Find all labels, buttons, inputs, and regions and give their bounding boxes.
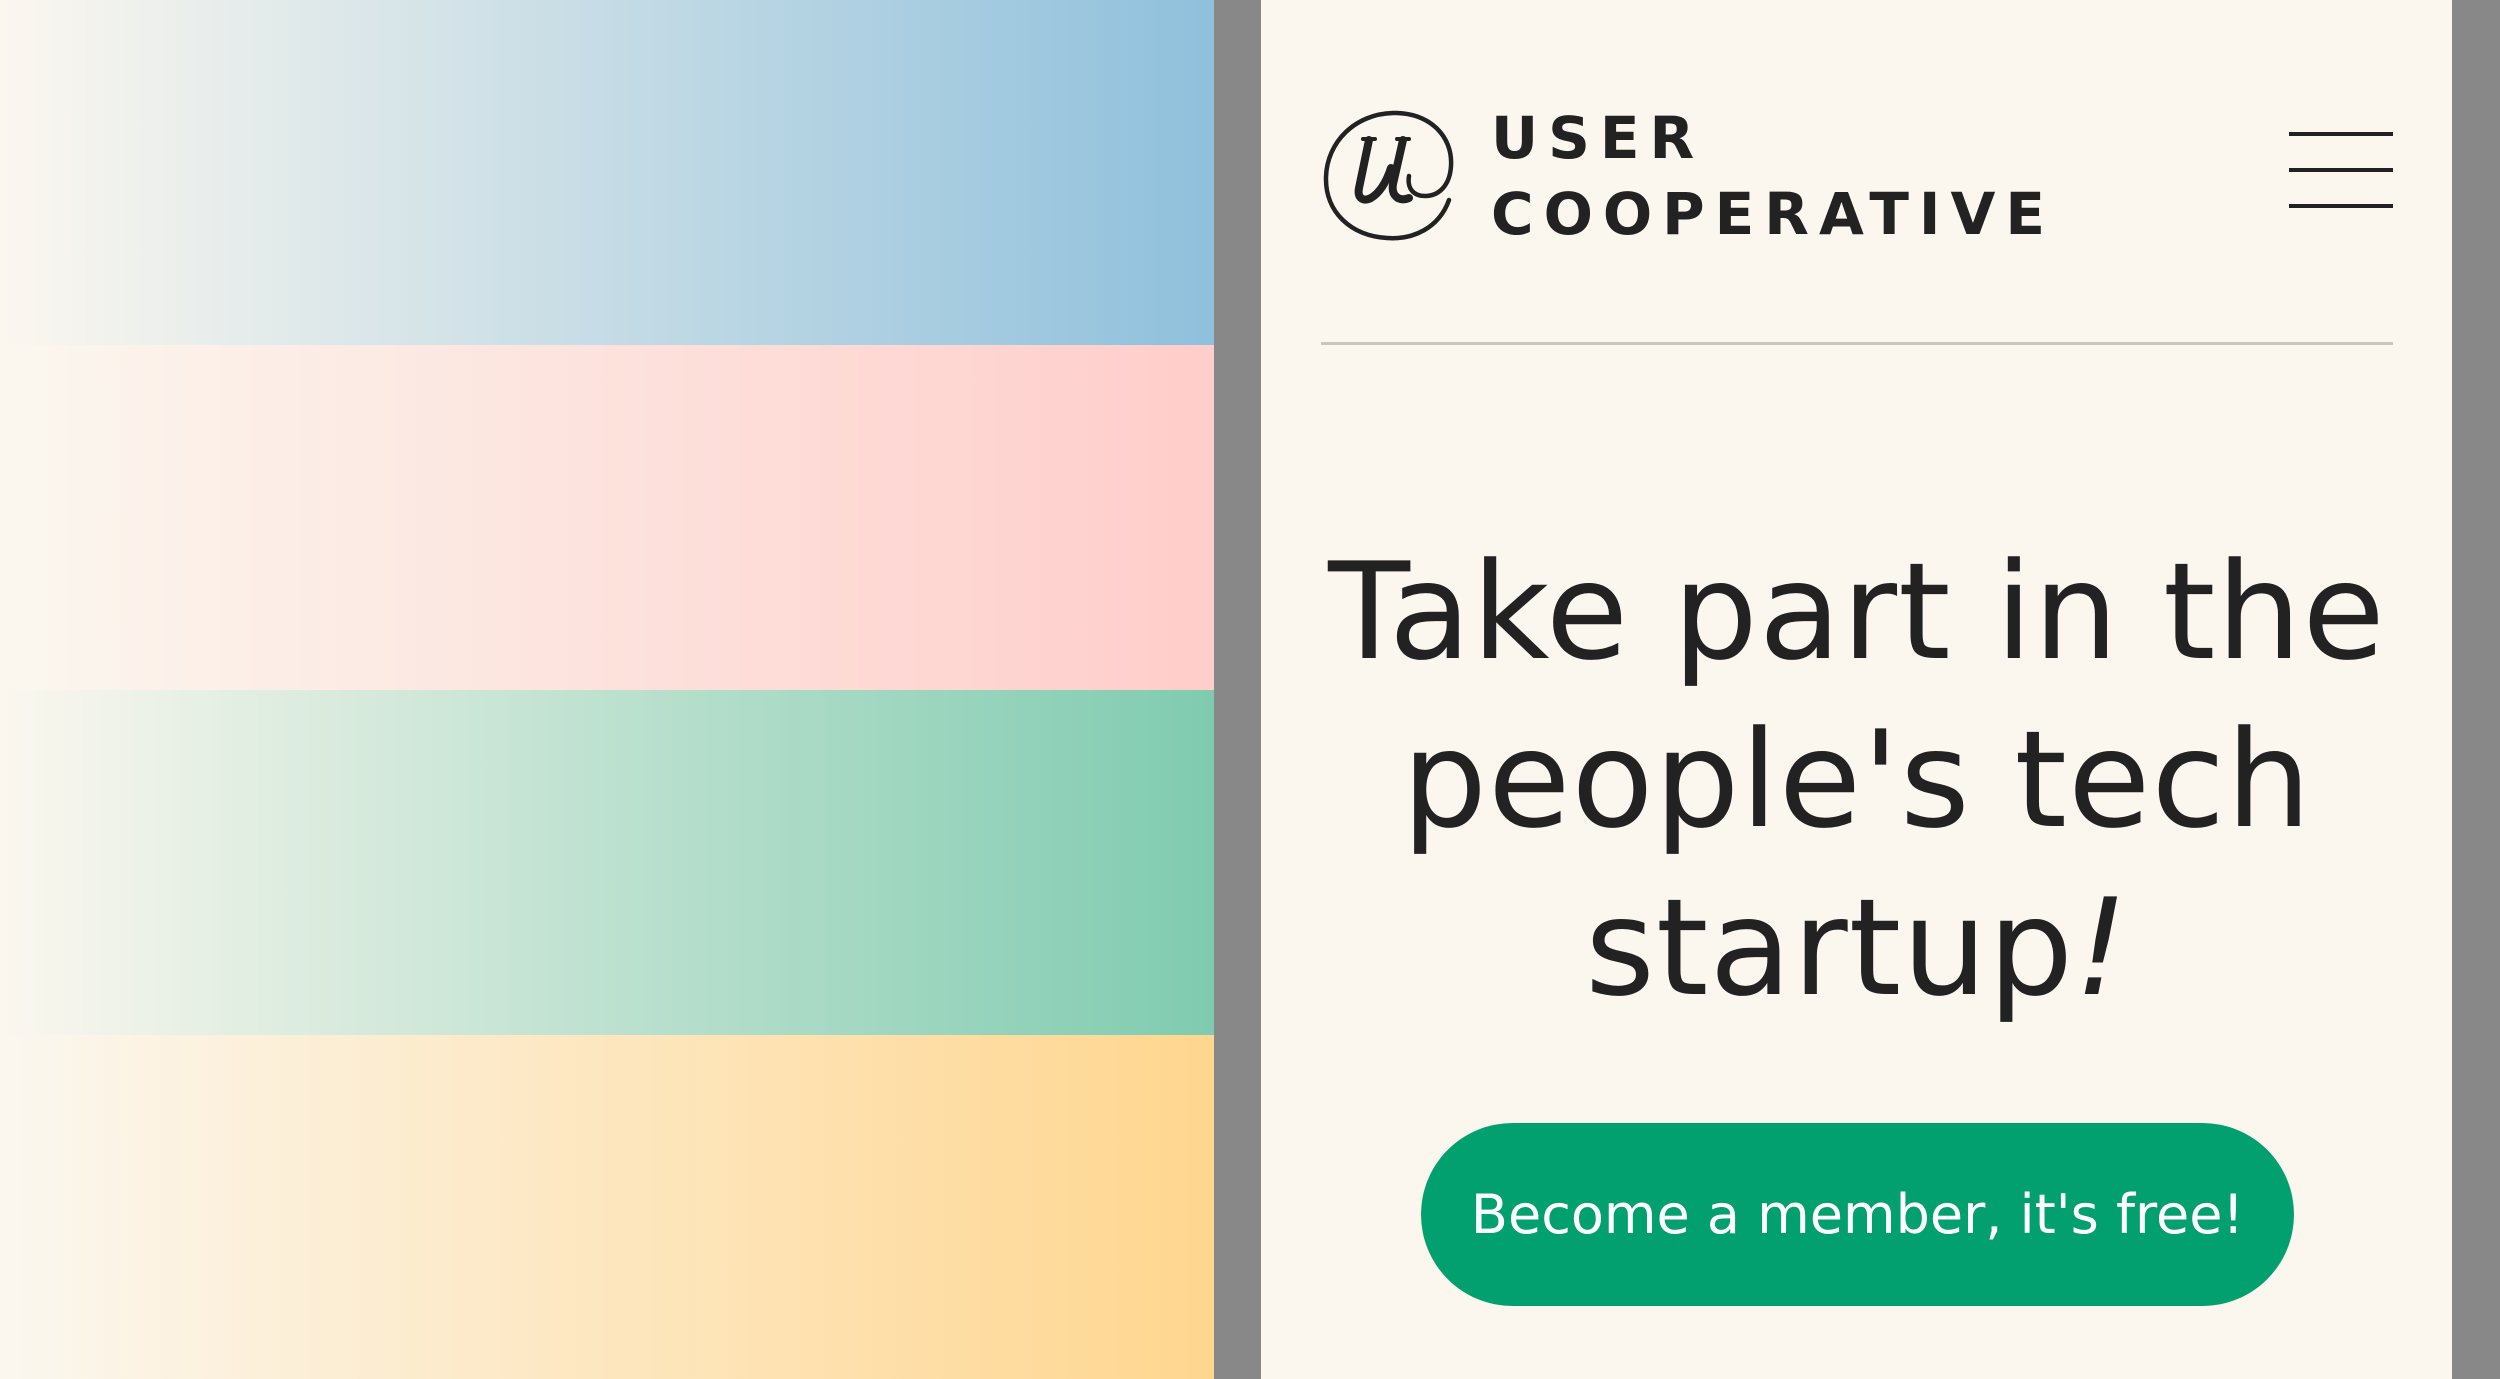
gradient-bands — [0, 0, 1214, 1379]
hamburger-menu-icon-line — [2289, 204, 2393, 208]
become-member-button[interactable]: Become a member, it's free! — [1421, 1123, 2294, 1306]
gradient-band-blue — [0, 0, 1214, 345]
gradient-band-green — [0, 690, 1214, 1035]
at-sign-u-logo-icon — [1323, 110, 1454, 240]
device-frame-left — [1214, 0, 1261, 1379]
site-header: USER COOPERATIVE — [1321, 100, 2393, 250]
hamburger-menu-icon-line — [2289, 168, 2393, 172]
header-divider — [1321, 342, 2393, 345]
hamburger-menu-icon — [2289, 132, 2393, 136]
site-logo[interactable]: USER COOPERATIVE — [1321, 100, 2055, 252]
gradient-band-yellow — [0, 1035, 1214, 1379]
logo-line-user: USER — [1491, 104, 1705, 172]
headline-line-3: startup! — [1301, 864, 2413, 1032]
headline-word-startup: startup — [1585, 870, 2075, 1026]
mobile-page: USER COOPERATIVE Take part in the people… — [1261, 0, 2452, 1379]
headline-line-2: people's tech — [1401, 702, 2313, 858]
device-frame-right — [2452, 0, 2500, 1379]
headline-exclamation: ! — [2074, 870, 2129, 1026]
gradient-band-pink — [0, 345, 1214, 690]
hamburger-menu-button[interactable] — [2289, 128, 2393, 212]
screen: USER COOPERATIVE Take part in the people… — [0, 0, 2500, 1379]
logo-wordmark: USER COOPERATIVE — [1491, 100, 2055, 252]
headline-line-1: Take part in the — [1328, 534, 2386, 690]
logo-line-cooperative: COOPERATIVE — [1491, 180, 2056, 248]
hero-headline: Take part in the people's tech startup! — [1301, 528, 2413, 1032]
